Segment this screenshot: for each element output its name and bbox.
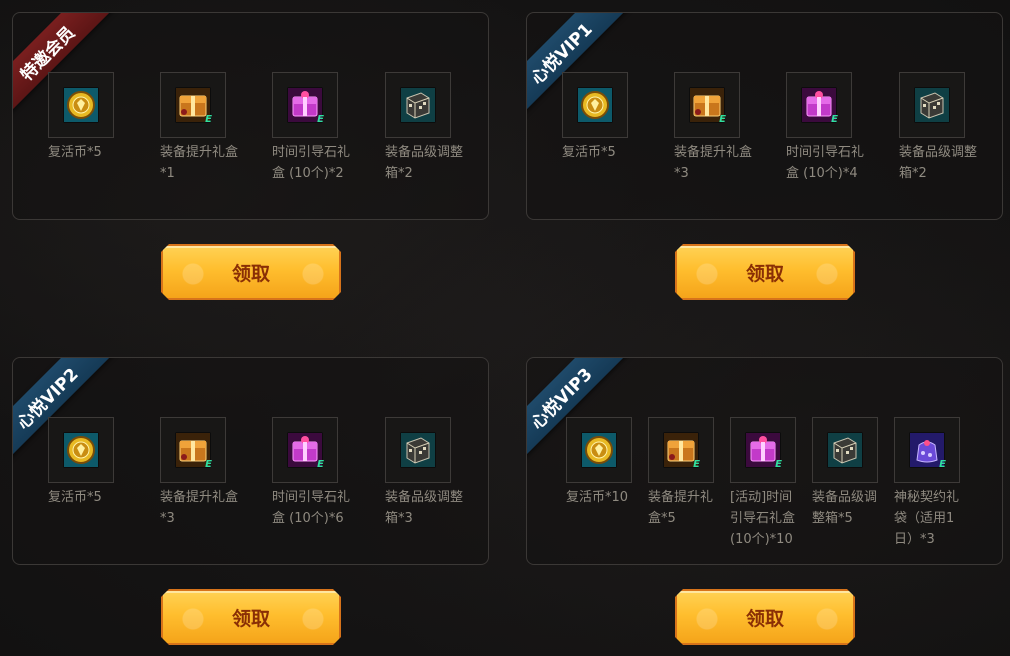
- equipment-upgrade-box-icon[interactable]: E: [663, 432, 700, 470]
- item-slot: [385, 72, 451, 138]
- equipment-e-mark-icon: E: [831, 114, 838, 125]
- item-slot: E: [674, 72, 740, 138]
- item-label: 装备提升礼盒*3: [674, 145, 753, 181]
- time-guide-stone-box-icon[interactable]: E: [745, 432, 782, 470]
- item-label: 装备品级调整箱*3: [385, 490, 464, 526]
- item-label: 时间引导石礼盒 (10个)*2: [272, 145, 351, 181]
- item-slot: E: [160, 72, 226, 138]
- equipment-e-mark-icon: E: [205, 114, 212, 125]
- item-label: 复活币*5: [48, 490, 102, 505]
- item-slot: [812, 417, 878, 483]
- item-slot: E: [648, 417, 714, 483]
- item-slot: [566, 417, 632, 483]
- reward-item: E 时间引导石礼盒 (10个)*4: [786, 72, 876, 184]
- item-label: 神秘契约礼袋（适用1日）*3: [894, 490, 960, 547]
- equipment-grade-adjust-box-icon[interactable]: [400, 432, 436, 468]
- reward-item: E 装备提升礼盒*1: [160, 72, 250, 184]
- reward-panel-guest-member: 特邀会员 复活币*5 E 装备提升礼盒*1 E 时间引导石礼盒 (10个)*2 …: [12, 12, 489, 220]
- equipment-e-mark-icon: E: [939, 459, 946, 470]
- reward-panel-vip3: 心悦VIP3 复活币*10 E 装备提升礼盒*5 E [活动]时间引导石礼盒(1…: [526, 357, 1003, 565]
- item-label: 装备提升礼盒*3: [160, 490, 239, 526]
- equipment-e-mark-icon: E: [719, 114, 726, 125]
- reward-item: E 装备提升礼盒*5: [648, 417, 738, 529]
- time-guide-stone-box-icon[interactable]: E: [287, 432, 324, 470]
- reward-item: E [活动]时间引导石礼盒(10个)*10: [730, 417, 820, 550]
- item-slot: [899, 72, 965, 138]
- item-slot: E: [160, 417, 226, 483]
- equipment-upgrade-box-icon[interactable]: E: [175, 87, 212, 125]
- reward-item: E 装备提升礼盒*3: [674, 72, 764, 184]
- revive-coin-icon[interactable]: [63, 432, 99, 468]
- reward-item: E 神秘契约礼袋（适用1日）*3: [894, 417, 984, 550]
- reward-item: 装备品级调整箱*3: [385, 417, 475, 529]
- item-label: 装备品级调整箱*2: [899, 145, 978, 181]
- claim-button-guest-member[interactable]: 领取: [161, 244, 341, 300]
- equipment-e-mark-icon: E: [693, 459, 700, 470]
- reward-item: E 装备提升礼盒*3: [160, 417, 250, 529]
- item-label: 装备品级调整箱*2: [385, 145, 464, 181]
- item-slot: [48, 72, 114, 138]
- equipment-e-mark-icon: E: [775, 459, 782, 470]
- claim-button-vip1[interactable]: 领取: [675, 244, 855, 300]
- mystery-contract-bag-icon[interactable]: E: [909, 432, 946, 470]
- time-guide-stone-box-icon[interactable]: E: [287, 87, 324, 125]
- item-slot: E: [730, 417, 796, 483]
- item-label: 复活币*10: [566, 490, 629, 505]
- reward-panel-vip2: 心悦VIP2 复活币*5 E 装备提升礼盒*3 E 时间引导石礼盒 (10个)*…: [12, 357, 489, 565]
- equipment-upgrade-box-icon[interactable]: E: [689, 87, 726, 125]
- reward-item: 复活币*5: [562, 72, 652, 163]
- reward-item: 复活币*5: [48, 72, 138, 163]
- time-guide-stone-box-icon[interactable]: E: [801, 87, 838, 125]
- item-slot: E: [272, 72, 338, 138]
- reward-item: 装备品级调整箱*2: [385, 72, 475, 184]
- item-label: 装备品级调整箱*5: [812, 490, 878, 526]
- item-slot: E: [786, 72, 852, 138]
- equipment-grade-adjust-box-icon[interactable]: [914, 87, 950, 123]
- equipment-e-mark-icon: E: [317, 459, 324, 470]
- reward-item: 复活币*10: [566, 417, 656, 508]
- reward-panel-vip1: 心悦VIP1 复活币*5 E 装备提升礼盒*3 E 时间引导石礼盒 (10个)*…: [526, 12, 1003, 220]
- revive-coin-icon[interactable]: [577, 87, 613, 123]
- reward-item: E 时间引导石礼盒 (10个)*6: [272, 417, 362, 529]
- reward-item: 装备品级调整箱*2: [899, 72, 989, 184]
- item-label: 装备提升礼盒*1: [160, 145, 239, 181]
- equipment-e-mark-icon: E: [317, 114, 324, 125]
- revive-coin-icon[interactable]: [581, 432, 617, 468]
- item-slot: [48, 417, 114, 483]
- item-slot: [385, 417, 451, 483]
- claim-button-vip3[interactable]: 领取: [675, 589, 855, 645]
- equipment-upgrade-box-icon[interactable]: E: [175, 432, 212, 470]
- item-label: 装备提升礼盒*5: [648, 490, 714, 526]
- item-slot: E: [272, 417, 338, 483]
- equipment-e-mark-icon: E: [205, 459, 212, 470]
- item-label: 时间引导石礼盒 (10个)*6: [272, 490, 351, 526]
- item-slot: [562, 72, 628, 138]
- claim-button-vip2[interactable]: 领取: [161, 589, 341, 645]
- item-label: [活动]时间引导石礼盒(10个)*10: [730, 490, 796, 547]
- item-label: 时间引导石礼盒 (10个)*4: [786, 145, 865, 181]
- equipment-grade-adjust-box-icon[interactable]: [400, 87, 436, 123]
- equipment-grade-adjust-box-icon[interactable]: [827, 432, 863, 468]
- item-slot: E: [894, 417, 960, 483]
- item-label: 复活币*5: [48, 145, 102, 160]
- revive-coin-icon[interactable]: [63, 87, 99, 123]
- reward-item: E 时间引导石礼盒 (10个)*2: [272, 72, 362, 184]
- item-label: 复活币*5: [562, 145, 616, 160]
- reward-item: 装备品级调整箱*5: [812, 417, 902, 529]
- reward-item: 复活币*5: [48, 417, 138, 508]
